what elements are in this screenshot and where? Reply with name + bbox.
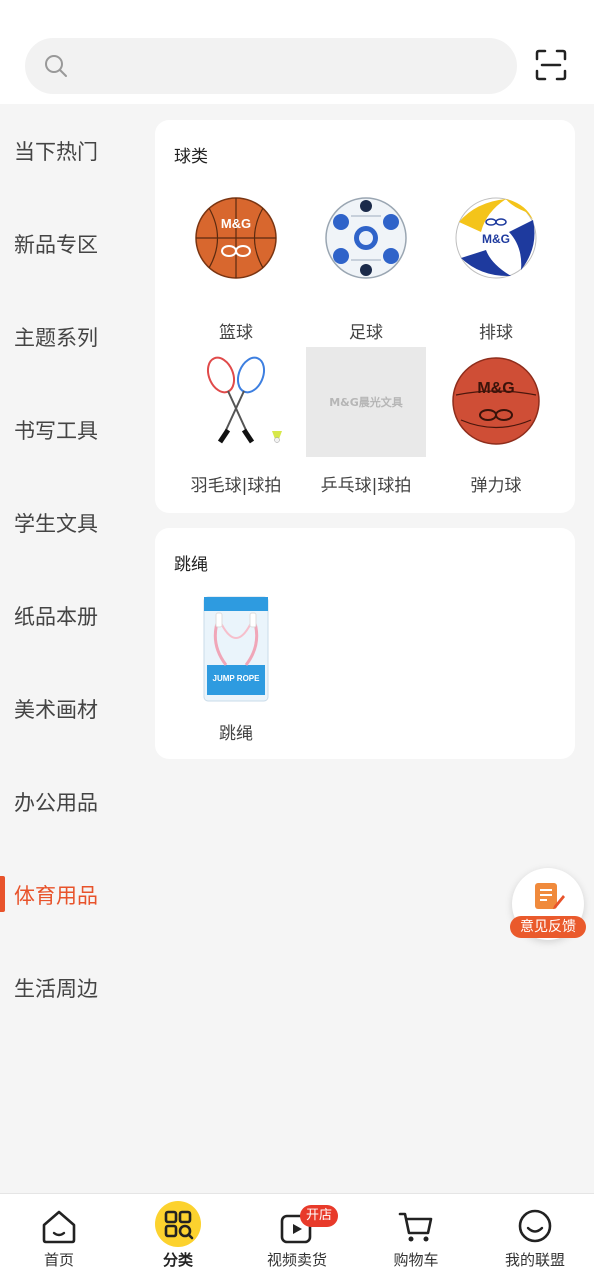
sidebar-item-student[interactable]: 学生文具 bbox=[0, 492, 140, 552]
sidebar-item-label: 当下热门 bbox=[14, 140, 98, 164]
category-sidebar: 当下热门 新品专区 主题系列 书写工具 学生文具 纸品本册 美术画材 办公用品 … bbox=[0, 104, 140, 1194]
search-input[interactable] bbox=[81, 38, 501, 94]
sidebar-item-label: 纸品本册 bbox=[14, 605, 98, 629]
section-title: 球类 bbox=[174, 147, 208, 167]
tab-video[interactable]: 开店 视频卖货 bbox=[238, 1194, 356, 1280]
product-item-basketball[interactable]: M&G 篮球 bbox=[171, 192, 301, 343]
product-item-badminton[interactable]: 羽毛球|球拍 bbox=[171, 345, 301, 496]
sidebar-item-theme[interactable]: 主题系列 bbox=[0, 306, 140, 366]
scan-icon[interactable] bbox=[534, 48, 568, 82]
sidebar-item-label: 生活周边 bbox=[14, 977, 98, 1001]
jump-rope-image: JUMP ROPE bbox=[203, 596, 269, 702]
tab-label: 分类 bbox=[162, 1251, 193, 1269]
tab-home[interactable]: 首页 bbox=[0, 1194, 118, 1280]
home-icon bbox=[42, 1210, 76, 1244]
cart-icon bbox=[398, 1212, 433, 1242]
product-label: 弹力球 bbox=[470, 476, 522, 496]
section-card-jump-rope: 跳绳 JUMP ROPE 跳绳 bbox=[155, 528, 575, 759]
search-box[interactable] bbox=[25, 38, 517, 94]
brand-print: M&G bbox=[482, 232, 510, 246]
sidebar-item-label: 美术画材 bbox=[14, 698, 98, 722]
product-label: 乒乓球|球拍 bbox=[320, 476, 412, 496]
section-title: 跳绳 bbox=[174, 555, 208, 575]
brand-print: M&G bbox=[221, 216, 251, 231]
feedback-label: 意见反馈 bbox=[510, 916, 586, 938]
sidebar-item-life[interactable]: 生活周边 bbox=[0, 957, 140, 1017]
placeholder-logo-text: M&G晨光文具 bbox=[329, 396, 403, 409]
sidebar-item-art[interactable]: 美术画材 bbox=[0, 678, 140, 738]
sidebar-item-new[interactable]: 新品专区 bbox=[0, 213, 140, 273]
tab-my-alliance[interactable]: 我的联盟 bbox=[476, 1194, 594, 1280]
sidebar-item-label: 书写工具 bbox=[14, 419, 98, 443]
product-label: 排球 bbox=[479, 323, 513, 343]
sidebar-item-office[interactable]: 办公用品 bbox=[0, 771, 140, 831]
top-bar bbox=[0, 0, 594, 104]
sidebar-item-label: 学生文具 bbox=[14, 512, 98, 536]
brand-print: M&G bbox=[477, 380, 514, 397]
section-card-balls: 球类 M&G 篮球 足球 M&G 排球 羽毛球|球拍 M&G晨光文具 乒乓球|球… bbox=[155, 120, 575, 513]
product-item-bouncy-ball[interactable]: M&G 弹力球 bbox=[431, 345, 561, 496]
tab-category[interactable]: 分类 bbox=[119, 1194, 237, 1280]
product-item-jump-rope[interactable]: JUMP ROPE 跳绳 bbox=[171, 593, 301, 744]
sidebar-item-label: 主题系列 bbox=[14, 326, 98, 350]
volleyball-image: M&G bbox=[455, 197, 537, 279]
product-item-table-tennis[interactable]: M&G晨光文具 乒乓球|球拍 bbox=[301, 345, 431, 496]
smile-icon bbox=[518, 1209, 552, 1243]
badminton-rackets-image bbox=[206, 356, 282, 444]
placeholder-image: M&G晨光文具 bbox=[306, 347, 426, 457]
tab-label: 我的联盟 bbox=[504, 1251, 565, 1269]
basketball-image: M&G bbox=[195, 197, 277, 279]
sidebar-item-label: 体育用品 bbox=[14, 884, 98, 908]
sidebar-item-label: 新品专区 bbox=[14, 233, 98, 257]
sidebar-item-hot[interactable]: 当下热门 bbox=[0, 120, 140, 180]
tab-label: 购物车 bbox=[393, 1251, 439, 1269]
tab-label: 视频卖货 bbox=[266, 1251, 327, 1269]
bouncy-ball-image: M&G bbox=[452, 357, 540, 445]
product-label: 篮球 bbox=[219, 323, 253, 343]
bottom-tab-bar: 首页 分类 开店 视频卖货 购物车 我的联盟 bbox=[0, 1193, 594, 1280]
sidebar-item-label: 办公用品 bbox=[14, 791, 98, 815]
product-item-football[interactable]: 足球 bbox=[301, 192, 431, 343]
sidebar-item-paper[interactable]: 纸品本册 bbox=[0, 585, 140, 645]
sidebar-item-writing[interactable]: 书写工具 bbox=[0, 399, 140, 459]
open-shop-badge: 开店 bbox=[300, 1205, 339, 1227]
product-label: 跳绳 bbox=[219, 724, 253, 744]
product-item-volleyball[interactable]: M&G 排球 bbox=[431, 192, 561, 343]
tab-cart[interactable]: 购物车 bbox=[357, 1194, 475, 1280]
product-label: 足球 bbox=[349, 323, 383, 343]
search-icon bbox=[45, 55, 67, 77]
product-label: 羽毛球|球拍 bbox=[190, 476, 282, 496]
sidebar-item-sports[interactable]: 体育用品 bbox=[0, 864, 140, 924]
feedback-button[interactable]: 意见反馈 bbox=[510, 868, 586, 940]
tab-label: 首页 bbox=[43, 1251, 74, 1269]
category-icon bbox=[155, 1201, 201, 1247]
feedback-icon bbox=[535, 883, 565, 909]
football-image bbox=[325, 197, 407, 279]
rope-pack-print: JUMP ROPE bbox=[213, 674, 261, 683]
